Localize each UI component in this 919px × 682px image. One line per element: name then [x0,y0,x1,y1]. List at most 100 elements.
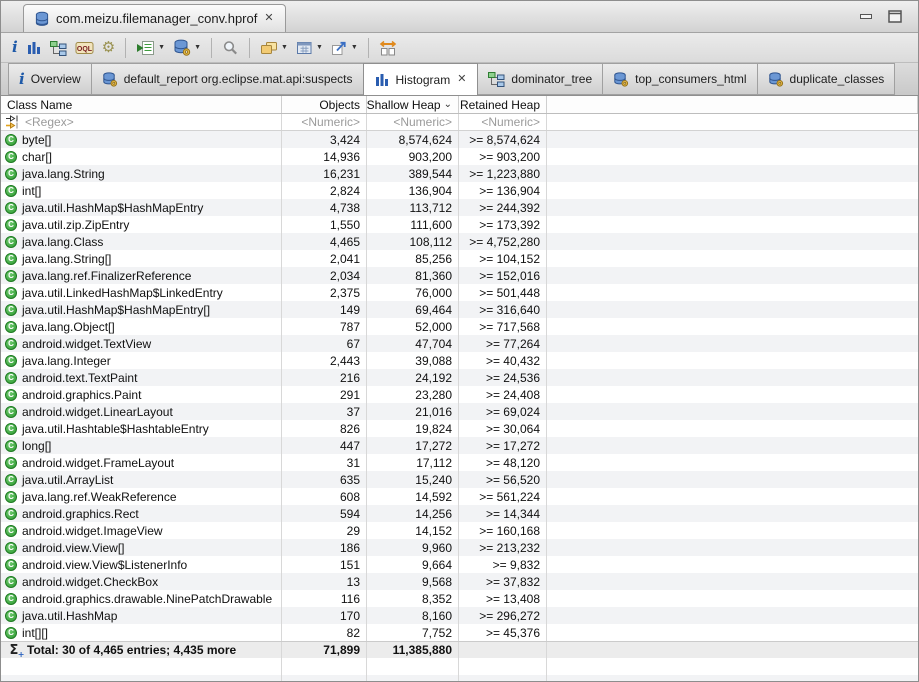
dropdown-arrow-icon[interactable]: ▼ [316,44,323,51]
class-icon: C [5,253,17,265]
table-row[interactable]: C java.lang.Object[] 787 52,000 >= 717,5… [1,318,918,335]
retained-heap-value: >= 40,432 [459,352,547,369]
view-tab-overview[interactable]: i Overview [8,63,92,95]
shallow-heap-filter-input[interactable]: <Numeric> [367,114,459,130]
table-row[interactable]: C java.lang.ref.WeakReference 608 14,592… [1,488,918,505]
table-row[interactable]: C byte[] 3,424 8,574,624 >= 8,574,624 [1,131,918,148]
dropdown-arrow-icon[interactable]: ▼ [158,44,165,51]
view-tab-dominator_tree[interactable]: dominator_tree [477,63,603,95]
query-browser-button[interactable]: ▼ [169,36,205,60]
class-name-label: java.lang.ref.WeakReference [22,490,177,504]
retained-heap-value: >= 8,574,624 [459,131,547,148]
table-row[interactable]: C android.widget.FrameLayout 31 17,112 >… [1,454,918,471]
class-name-label: java.util.Hashtable$HashtableEntry [22,422,209,436]
table-row[interactable]: C int[][] 82 7,752 >= 45,376 [1,624,918,641]
close-icon[interactable]: ✕ [456,74,467,85]
table-row[interactable]: C java.lang.ref.FinalizerReference 2,034… [1,267,918,284]
table-row[interactable]: C java.lang.String 16,231 389,544 >= 1,2… [1,165,918,182]
table-row[interactable]: C java.util.HashMap$HashMapEntry[] 149 6… [1,301,918,318]
shallow-heap-value: 9,664 [367,556,459,573]
oql-button[interactable]: OQL [71,36,98,60]
dropdown-arrow-icon[interactable]: ▼ [351,44,358,51]
table-row[interactable]: C android.graphics.Paint 291 23,280 >= 2… [1,386,918,403]
objects-value: 149 [282,301,367,318]
dominator-tree-icon [488,71,505,87]
view-tab-label: default_report org.eclipse.mat.api:suspe… [124,72,353,86]
table-row[interactable]: C android.view.View[] 186 9,960 >= 213,2… [1,539,918,556]
table-row[interactable]: C android.view.View$ListenerInfo 151 9,6… [1,556,918,573]
table-row[interactable]: C char[] 14,936 903,200 >= 903,200 [1,148,918,165]
table-row[interactable]: C java.util.HashMap$HashMapEntry 4,738 1… [1,199,918,216]
view-tab-histogram[interactable]: Histogram ✕ [363,63,479,96]
class-icon: C [5,287,17,299]
shallow-heap-value: 19,824 [367,420,459,437]
table-row[interactable]: C android.text.TextPaint 216 24,192 >= 2… [1,369,918,386]
run-expert-test-button[interactable]: ▼ [132,36,169,60]
class-icon: C [5,440,17,452]
table-row[interactable]: C android.widget.CheckBox 13 9,568 >= 37… [1,573,918,590]
table-filler [1,658,918,681]
dropdown-arrow-icon[interactable]: ▼ [281,44,288,51]
class-icon: C [5,389,17,401]
filter-spacer [547,114,918,130]
class-name-label: android.widget.LinearLayout [22,405,173,419]
table-row[interactable]: C android.graphics.drawable.NinePatchDra… [1,590,918,607]
query-browser-icon [173,39,191,56]
objects-value: 116 [282,590,367,607]
table-row[interactable]: C java.lang.String[] 2,041 85,256 >= 104… [1,250,918,267]
table-row[interactable]: C android.widget.ImageView 29 14,152 >= … [1,522,918,539]
column-header-objects[interactable]: Objects [282,96,367,113]
table-row[interactable]: C android.widget.TextView 67 47,704 >= 7… [1,335,918,352]
table-row[interactable]: C int[] 2,824 136,904 >= 136,904 [1,182,918,199]
class-name-label: android.widget.FrameLayout [22,456,174,470]
editor-tab-heap-dump[interactable]: com.meizu.filemanager_conv.hprof ✕ [23,4,286,32]
retained-heap-value: >= 561,224 [459,488,547,505]
search-button[interactable] [218,36,243,60]
shallow-heap-value: 17,272 [367,437,459,454]
dropdown-arrow-icon[interactable]: ▼ [194,44,201,51]
table-row[interactable]: C android.graphics.Rect 594 14,256 >= 14… [1,505,918,522]
table-row[interactable]: C long[] 447 17,272 >= 17,272 [1,437,918,454]
minimize-icon[interactable] [860,14,872,19]
table-row[interactable]: C java.util.HashMap 170 8,160 >= 296,272 [1,607,918,624]
dominator-tree-button[interactable] [46,36,71,60]
objects-filter-input[interactable]: <Numeric> [282,114,367,130]
view-tab-bar: i Overview default_report org.eclipse.ma… [1,63,918,96]
retained-heap-value: >= 14,344 [459,505,547,522]
group-result-button[interactable]: ▼ [256,36,292,60]
class-icon: C [5,270,17,282]
compare-tables-icon [379,40,397,56]
objects-value: 2,375 [282,284,367,301]
regex-filter-input[interactable]: <Regex> [1,114,282,130]
table-row[interactable]: C java.util.LinkedHashMap$LinkedEntry 2,… [1,284,918,301]
settings-gear-button[interactable]: ⚙ [98,36,119,60]
export-button[interactable]: ▼ [327,36,362,60]
table-row[interactable]: C java.util.ArrayList 635 15,240 >= 56,5… [1,471,918,488]
compare-tables-button[interactable] [375,36,401,60]
calculator-button[interactable]: ▼ [292,36,327,60]
view-tab-top_consumers_html[interactable]: top_consumers_html [602,63,757,95]
table-row[interactable]: C java.lang.Class 4,465 108,112 >= 4,752… [1,233,918,250]
table-row[interactable]: C java.util.Hashtable$HashtableEntry 826… [1,420,918,437]
column-header-class-name[interactable]: Class Name [1,96,282,113]
class-icon: C [5,474,17,486]
histogram-button[interactable] [22,36,46,60]
maximize-icon[interactable] [888,10,902,23]
column-header-retained-heap[interactable]: Retained Heap [459,96,547,113]
column-header-shallow-heap[interactable]: Shallow Heap⌄ [367,96,459,113]
retained-heap-filter-input[interactable]: <Numeric> [459,114,547,130]
class-name-label: java.util.zip.ZipEntry [22,218,129,232]
view-tab-default_report[interactable]: default_report org.eclipse.mat.api:suspe… [91,63,364,95]
calculator-icon [296,40,313,56]
info-button[interactable]: i [8,36,22,60]
table-row[interactable]: C android.widget.LinearLayout 37 21,016 … [1,403,918,420]
retained-heap-value: >= 13,408 [459,590,547,607]
retained-heap-value: >= 1,223,880 [459,165,547,182]
table-row[interactable]: C java.lang.Integer 2,443 39,088 >= 40,4… [1,352,918,369]
table-row[interactable]: C java.util.zip.ZipEntry 1,550 111,600 >… [1,216,918,233]
class-name-label: int[][] [22,626,48,640]
objects-value: 291 [282,386,367,403]
close-icon[interactable]: ✕ [263,13,274,24]
view-tab-duplicate_classes[interactable]: duplicate_classes [757,63,896,95]
window-controls [860,10,902,23]
